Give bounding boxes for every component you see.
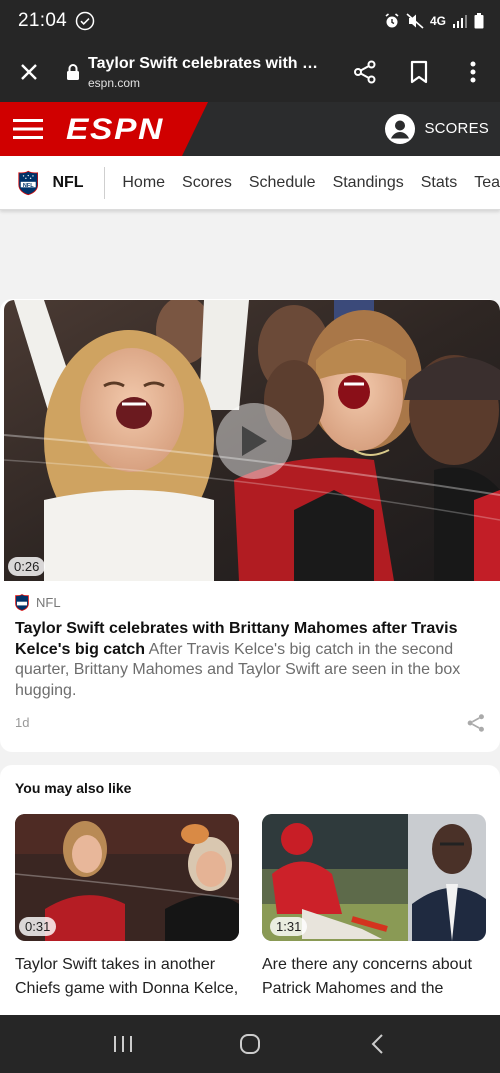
network-type: 4G xyxy=(429,14,446,28)
svg-text:ESPN: ESPN xyxy=(66,116,164,142)
system-navigation-bar xyxy=(0,1015,500,1073)
alarm-icon xyxy=(385,13,399,28)
nav-item-teams[interactable]: Tea xyxy=(474,174,500,192)
nav-item-stats[interactable]: Stats xyxy=(421,174,457,192)
share-button[interactable] xyxy=(338,42,392,102)
video-duration: 0:31 xyxy=(19,917,57,936)
share-icon[interactable] xyxy=(466,713,486,733)
espn-logo[interactable]: ESPN xyxy=(66,102,166,156)
section-title[interactable]: NFL xyxy=(52,174,83,192)
lock-icon xyxy=(58,42,88,102)
nav-divider xyxy=(103,166,105,199)
mute-icon xyxy=(406,13,424,29)
video-article-card[interactable]: 0:26 NFL Taylor Swift celebrates with Br… xyxy=(0,299,500,752)
status-time: 21:04 xyxy=(18,10,68,31)
battery-icon xyxy=(474,13,484,29)
related-video-title[interactable]: Taylor Swift takes in another Chiefs gam… xyxy=(15,953,239,1001)
more-options-button[interactable] xyxy=(446,42,500,102)
check-circle-icon xyxy=(75,11,95,31)
nfl-shield-icon[interactable]: NFL xyxy=(18,167,39,199)
share-icon xyxy=(354,60,376,84)
video-duration: 0:26 xyxy=(8,557,46,576)
back-icon xyxy=(371,1034,383,1054)
scores-link[interactable]: SCORES xyxy=(424,102,489,156)
category-label: NFL xyxy=(36,595,61,610)
play-button[interactable] xyxy=(216,403,292,479)
nfl-shield-icon xyxy=(15,594,29,611)
bookmark-button[interactable] xyxy=(392,42,446,102)
more-vert-icon xyxy=(470,61,476,83)
article-age: 1d xyxy=(15,715,30,730)
url-bar[interactable]: Taylor Swift celebrates with Bri... espn… xyxy=(88,55,338,90)
status-bar: 21:04 4G xyxy=(0,0,500,42)
related-section-title: You may also like xyxy=(15,780,132,796)
hamburger-menu-icon xyxy=(13,119,43,139)
video-duration: 1:31 xyxy=(270,917,308,936)
nav-item-home[interactable]: Home xyxy=(122,174,165,192)
nav-item-scores[interactable]: Scores xyxy=(182,174,232,192)
page-title: Taylor Swift celebrates with Bri... xyxy=(88,54,324,72)
browser-toolbar: Taylor Swift celebrates with Bri... espn… xyxy=(0,42,500,102)
menu-button[interactable] xyxy=(0,102,56,156)
video-thumbnail[interactable]: 1:31 xyxy=(262,814,486,941)
espn-header: ESPN SCORES xyxy=(0,102,500,156)
home-button[interactable] xyxy=(230,1024,270,1064)
article-text: Taylor Swift celebrates with Brittany Ma… xyxy=(15,619,491,701)
article-category: NFL xyxy=(15,594,61,611)
bookmark-icon xyxy=(410,60,428,84)
svg-text:NFL: NFL xyxy=(23,182,34,188)
back-button[interactable] xyxy=(357,1024,397,1064)
nav-item-standings[interactable]: Standings xyxy=(333,174,404,192)
page-domain: espn.com xyxy=(88,75,141,90)
section-nav: NFL NFL Home Scores Schedule Standings S… xyxy=(0,156,500,210)
play-icon xyxy=(242,426,267,456)
recents-icon xyxy=(114,1036,133,1052)
signal-icon xyxy=(453,15,467,28)
recents-button[interactable] xyxy=(103,1024,143,1064)
account-icon[interactable] xyxy=(384,113,416,145)
close-icon xyxy=(21,64,37,80)
related-video-card[interactable]: 0:31 Taylor Swift takes in another Chief… xyxy=(15,814,239,1001)
video-thumbnail[interactable]: 0:26 xyxy=(4,300,500,581)
related-video-title[interactable]: Are there any concerns about Patrick Mah… xyxy=(262,953,486,1001)
related-video-card[interactable]: 1:31 Are there any concerns about Patric… xyxy=(262,814,486,1001)
home-icon xyxy=(239,1034,260,1054)
close-button[interactable] xyxy=(0,42,58,102)
related-videos-section: You may also like 0:31 Taylor Swift take… xyxy=(0,765,500,1025)
nav-item-schedule[interactable]: Schedule xyxy=(249,174,316,192)
video-thumbnail[interactable]: 0:31 xyxy=(15,814,239,941)
